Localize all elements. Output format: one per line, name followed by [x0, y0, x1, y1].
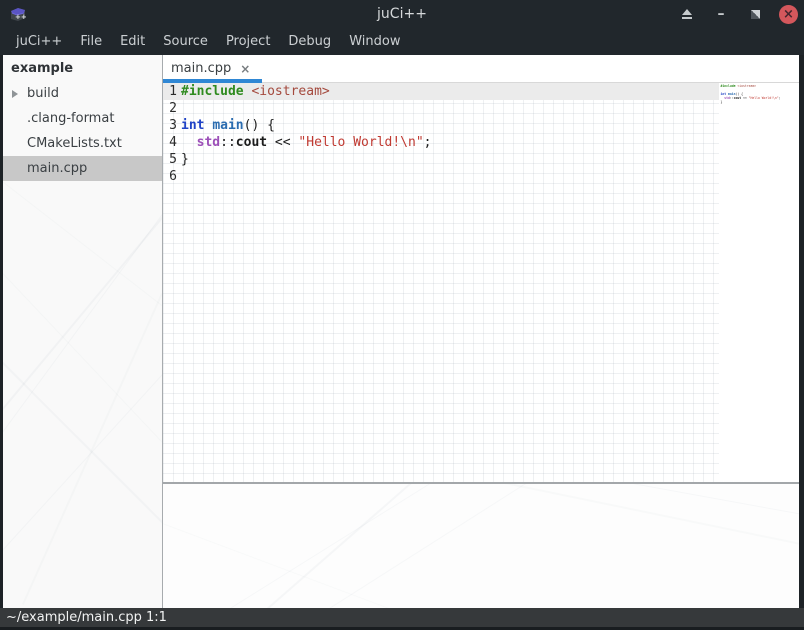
- code-token-type: int: [181, 118, 204, 133]
- file-tree: build .clang-format CMakeLists.txt main.cpp: [3, 81, 162, 181]
- code-token-bold: cout: [734, 96, 742, 100]
- app-window: ++ juCi++ – × juCi++FileEditSourceProjec…: [0, 0, 804, 630]
- menu-item-edit[interactable]: Edit: [111, 29, 154, 54]
- wallpaper-texture: [163, 484, 799, 608]
- file-tree-sidebar: example build .clang-format CMakeLists.txt…: [3, 55, 163, 608]
- code-line-1[interactable]: 1#include <iostream>: [163, 83, 719, 100]
- code-token-function: main: [212, 118, 243, 133]
- code-token-preprocessor: #include: [720, 84, 735, 88]
- menu-item-window[interactable]: Window: [340, 29, 409, 54]
- line-number: 5: [163, 151, 177, 168]
- code-token-string: "Hello World!\n": [298, 135, 423, 150]
- minimap-code: #include <iostream> int main() { std::co…: [719, 83, 799, 108]
- status-file-path: ~/example/main.cpp 1:1: [6, 610, 167, 625]
- tree-item-label: main.cpp: [27, 161, 87, 176]
- status-bar: ~/example/main.cpp 1:1: [0, 608, 804, 630]
- line-number: 4: [163, 134, 177, 151]
- code-token-plain: <<: [267, 135, 298, 150]
- code-editor[interactable]: 1#include <iostream>23int main() {4 std:…: [163, 83, 799, 482]
- minimap[interactable]: #include <iostream> int main() { std::co…: [719, 83, 799, 482]
- code-line-3[interactable]: 3int main() {: [163, 117, 719, 134]
- menu-bar: juCi++FileEditSourceProjectDebugWindow: [0, 28, 804, 55]
- tree-item-label: build: [27, 86, 59, 101]
- content-area: example build .clang-format CMakeLists.txt…: [0, 55, 804, 608]
- minimize-button[interactable]: –: [711, 4, 731, 24]
- code-text: int main() {: [181, 117, 275, 134]
- tree-item-main-cpp[interactable]: main.cpp: [3, 156, 162, 181]
- code-token-plain: }: [181, 152, 189, 167]
- code-area[interactable]: 1#include <iostream>23int main() {4 std:…: [163, 83, 719, 482]
- line-number: 3: [163, 117, 177, 134]
- minimize-icon: –: [718, 9, 725, 19]
- menu-item-debug[interactable]: Debug: [279, 29, 340, 54]
- editor-column: main.cpp × 1#include <iostream>23int mai…: [163, 55, 799, 608]
- expand-arrow-icon[interactable]: [7, 90, 23, 98]
- code-token-bold: cout: [236, 135, 267, 150]
- tree-item-build[interactable]: build: [3, 81, 162, 106]
- code-line-4[interactable]: 4 std::cout << "Hello World!\n";: [163, 134, 719, 151]
- eject-icon: [682, 9, 692, 15]
- tree-item-label: .clang-format: [27, 111, 114, 126]
- tree-item-cmakelists-txt[interactable]: CMakeLists.txt: [3, 131, 162, 156]
- menu-item-file[interactable]: File: [71, 29, 111, 54]
- restore-button[interactable]: [745, 4, 765, 24]
- code-text: #include <iostream>: [181, 83, 330, 100]
- code-line-5[interactable]: 5}: [163, 151, 719, 168]
- code-token-namespace: std: [197, 135, 220, 150]
- svg-text:++: ++: [15, 13, 27, 21]
- code-line-6[interactable]: 6: [163, 168, 719, 185]
- tree-item--clang-format[interactable]: .clang-format: [3, 106, 162, 131]
- code-token-include: <iostream>: [737, 84, 756, 88]
- menu-item-source[interactable]: Source: [154, 29, 217, 54]
- app-logo-icon: ++: [8, 5, 28, 23]
- project-root-label: example: [3, 55, 162, 81]
- code-text: }: [181, 151, 189, 168]
- close-button[interactable]: ×: [779, 5, 798, 24]
- code-token-plain: ;: [779, 96, 781, 100]
- code-token-plain: () {: [244, 118, 275, 133]
- minimap-line: [720, 104, 798, 108]
- code-token-plain: ::: [220, 135, 236, 150]
- code-token-preprocessor: #include: [181, 84, 244, 99]
- menu-item-juci[interactable]: juCi++: [7, 29, 71, 54]
- tab-close-icon[interactable]: ×: [240, 62, 250, 76]
- code-token-plain: <<: [741, 96, 749, 100]
- tab-bar: main.cpp ×: [163, 55, 799, 83]
- window-controls: – ×: [677, 0, 798, 28]
- restore-icon: [751, 10, 760, 19]
- tab-label: main.cpp: [171, 61, 231, 76]
- title-bar: ++ juCi++ – ×: [0, 0, 804, 28]
- code-token-include: <iostream>: [251, 84, 329, 99]
- line-number: 6: [163, 168, 177, 185]
- shade-button[interactable]: [677, 4, 697, 24]
- code-token-plain: ;: [424, 135, 432, 150]
- terminal-panel[interactable]: [163, 484, 799, 608]
- menu-item-project[interactable]: Project: [217, 29, 279, 54]
- code-line-2[interactable]: 2: [163, 100, 719, 117]
- close-icon: ×: [783, 8, 794, 21]
- code-token-plain: [181, 135, 197, 150]
- line-number: 1: [163, 83, 177, 100]
- tree-item-label: CMakeLists.txt: [27, 136, 122, 151]
- code-token-string: "Hello World!\n": [749, 96, 779, 100]
- code-text: std::cout << "Hello World!\n";: [181, 134, 431, 151]
- tab-main-cpp[interactable]: main.cpp ×: [163, 55, 262, 82]
- line-number: 2: [163, 100, 177, 117]
